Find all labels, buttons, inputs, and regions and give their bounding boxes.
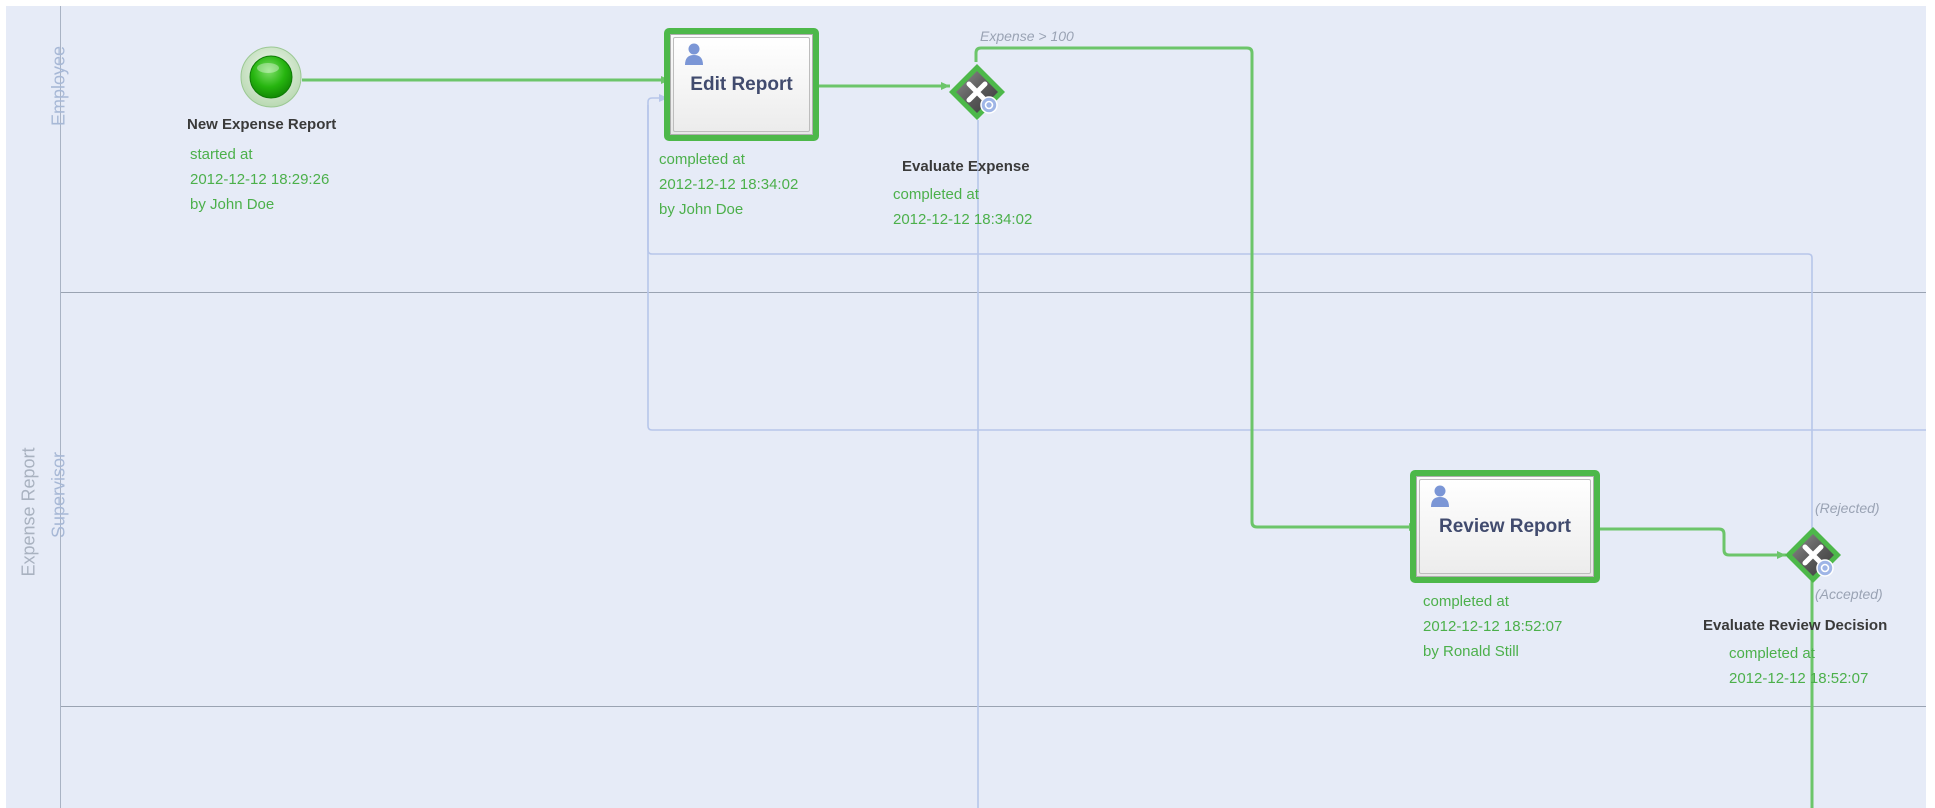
task-label: Edit Report — [690, 73, 793, 95]
start-event-title: New Expense Report — [187, 116, 337, 133]
info-line: completed at — [893, 186, 979, 203]
condition-label: Expense > 100 — [980, 28, 1074, 44]
flow-review-to-gateway — [1599, 527, 1786, 559]
task-label: Review Report — [1439, 515, 1571, 537]
info-line: completed at — [1729, 645, 1815, 662]
review-report-info: completed at 2012-12-12 18:52:07 by Rona… — [1423, 589, 1562, 664]
info-line: 2012-12-12 18:34:02 — [659, 176, 799, 193]
info-line: by Ronald Still — [1423, 643, 1519, 660]
info-line: started at — [190, 146, 253, 163]
review-report-task[interactable]: Review Report — [1410, 470, 1600, 583]
pending-flow-loop-back — [647, 94, 1813, 808]
flow-gateway-to-review — [974, 46, 1418, 531]
user-icon — [685, 43, 703, 65]
info-line: 2012-12-12 18:52:07 — [1423, 618, 1563, 635]
process-diagram: Expense Report Employee Supervisor New E… — [0, 0, 1935, 808]
exclusive-gateway-icon[interactable] — [947, 62, 1007, 122]
evaluate-review-info: completed at 2012-12-12 18:52:07 — [1729, 641, 1868, 691]
info-line: 2012-12-12 18:34:02 — [893, 211, 1033, 228]
info-line: completed at — [1423, 593, 1509, 610]
evaluate-review-title: Evaluate Review Decision — [1703, 617, 1888, 634]
info-line: by John Doe — [659, 201, 744, 218]
edit-report-task[interactable]: Edit Report — [664, 28, 819, 141]
condition-label-rejected: (Rejected) — [1815, 500, 1880, 516]
evaluate-expense-info: completed at 2012-12-12 18:34:02 — [893, 182, 1032, 232]
info-line: completed at — [659, 151, 745, 168]
start-event-info: started at 2012-12-12 18:29:26 by John D… — [190, 142, 329, 217]
info-line: 2012-12-12 18:29:26 — [190, 171, 330, 188]
edit-report-info: completed at 2012-12-12 18:34:02 by John… — [659, 147, 798, 222]
user-icon — [1431, 485, 1449, 507]
pending-flow-to-next-lane — [647, 105, 1926, 431]
condition-label-accepted: (Accepted) — [1815, 586, 1883, 602]
start-event-icon[interactable] — [240, 46, 302, 108]
exclusive-gateway-icon[interactable] — [1783, 525, 1843, 585]
info-line: 2012-12-12 18:52:07 — [1729, 670, 1869, 687]
info-line: by John Doe — [190, 196, 275, 213]
evaluate-expense-title: Evaluate Expense — [902, 158, 1030, 175]
